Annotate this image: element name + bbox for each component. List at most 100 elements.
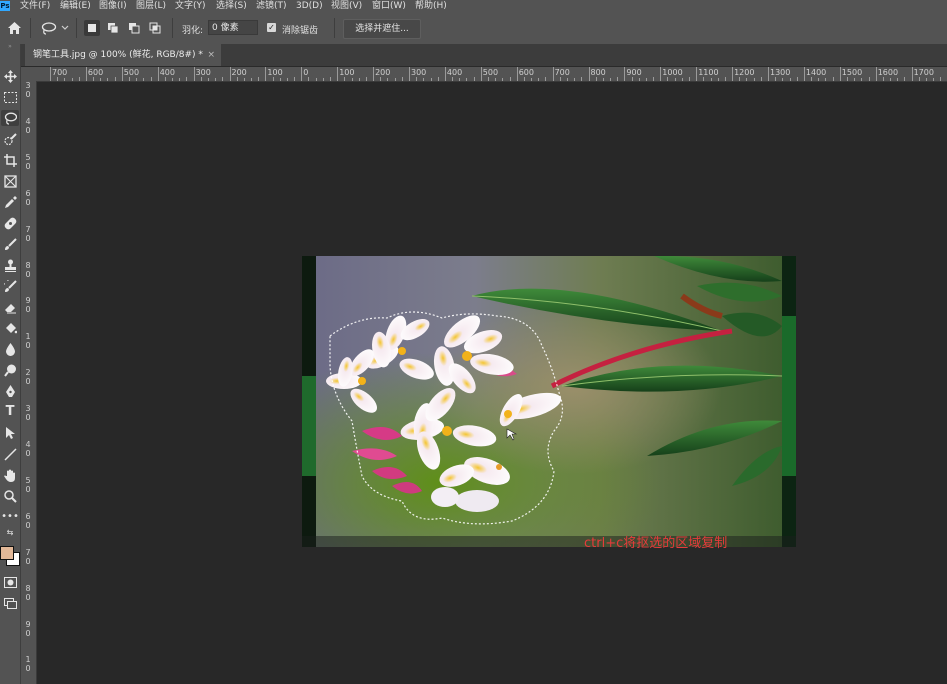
crop-icon[interactable] [1, 152, 19, 168]
ruler-minor-tick [57, 77, 59, 81]
antialias-checkbox[interactable]: ✓ [267, 23, 276, 32]
intersect-selection-icon[interactable] [147, 20, 163, 36]
lasso-preset-icon[interactable] [40, 20, 70, 36]
ruler-minor-tick [825, 78, 827, 81]
ruler-minor-tick [667, 77, 669, 81]
horizontal-ruler[interactable]: 700 600 500 400 300 200 100 0 100 200 300 400 500 600… [36, 67, 947, 82]
lasso-icon[interactable] [1, 110, 19, 126]
path-select-icon[interactable] [1, 425, 19, 441]
eraser-icon[interactable] [1, 299, 19, 315]
ruler-label: 700 [52, 68, 68, 77]
ruler-label: 1500 [841, 68, 863, 77]
menu-type[interactable]: 文字(Y) [175, 0, 206, 12]
pen-icon[interactable] [1, 383, 19, 399]
zoom-icon[interactable] [1, 488, 19, 504]
ruler-tick [337, 67, 339, 81]
menu-layer[interactable]: 图层(L) [136, 0, 166, 12]
ruler-minor-tick [93, 77, 95, 81]
ruler-minor-tick [818, 78, 820, 81]
healing-icon[interactable] [1, 215, 19, 231]
home-icon[interactable] [6, 20, 22, 36]
swap-colors-icon[interactable]: ⇆ [1, 528, 19, 538]
ruler-minor-tick [222, 77, 224, 81]
ruler-label: 1400 [805, 68, 827, 77]
menu-select[interactable]: 选择(S) [216, 0, 247, 12]
type-icon[interactable]: T [1, 404, 19, 420]
document-canvas[interactable] [302, 256, 796, 547]
document-tab-title: 钢笔工具.jpg @ 100% (鲜花, RGB/8#) * [33, 50, 203, 60]
ruler-minor-tick [724, 77, 726, 81]
ruler-minor-tick [215, 78, 217, 81]
ruler-minor-tick [164, 77, 166, 81]
screen-mode-icon[interactable] [1, 595, 19, 611]
add-selection-icon[interactable] [105, 20, 121, 36]
brush-icon[interactable] [1, 236, 19, 252]
ruler-label: 80 [25, 583, 31, 602]
ruler-minor-tick [380, 77, 382, 81]
subtract-selection-icon[interactable] [126, 20, 142, 36]
frame-icon[interactable] [1, 173, 19, 189]
vertical-ruler[interactable]: 30 40 50 60 70 80 90 10 20 30 40 50 60 70 80 90 10 [21, 81, 37, 684]
quick-select-icon[interactable] [1, 131, 19, 147]
ruler-minor-tick [200, 77, 202, 81]
ruler-tick [157, 67, 159, 81]
ruler-minor-tick [602, 78, 604, 81]
ruler-minor-tick [100, 78, 102, 81]
menu-3d[interactable]: 3D(D) [296, 0, 323, 12]
ruler-minor-tick [71, 78, 73, 81]
feather-input[interactable]: 0 像素 [208, 20, 258, 35]
ruler-minor-tick [437, 77, 439, 81]
select-and-mask-button[interactable]: 选择并遮住... [343, 19, 421, 39]
tools-panel: » T ••• ⇆ [0, 44, 21, 684]
ruler-minor-tick [315, 78, 317, 81]
menu-view[interactable]: 视图(V) [331, 0, 362, 12]
ruler-label: 100 [267, 68, 283, 77]
ruler-minor-tick [753, 78, 755, 81]
ruler-label: 1600 [877, 68, 899, 77]
dodge-icon[interactable] [1, 362, 19, 378]
ruler-label: 500 [123, 68, 140, 77]
panel-grip-icon[interactable]: » [0, 44, 20, 50]
eyedropper-icon[interactable] [1, 194, 19, 210]
move-icon[interactable] [1, 68, 19, 84]
marquee-icon[interactable] [1, 89, 19, 105]
new-selection-icon[interactable] [84, 20, 100, 36]
history-brush-icon[interactable] [1, 278, 19, 294]
ruler-tick [875, 67, 877, 81]
menu-window[interactable]: 窗口(W) [372, 0, 406, 12]
ruler-minor-tick [128, 77, 130, 81]
menu-filter[interactable]: 滤镜(T) [256, 0, 287, 12]
ruler-origin[interactable] [21, 67, 37, 82]
blur-icon[interactable] [1, 341, 19, 357]
ruler-tick [373, 67, 375, 81]
ruler-minor-tick [789, 78, 791, 81]
feather-label: 羽化: [182, 26, 204, 36]
ruler-minor-tick [775, 77, 777, 81]
ruler-minor-tick [286, 78, 288, 81]
ruler-minor-tick [401, 77, 403, 81]
ruler-tick [839, 67, 841, 81]
more-icon[interactable]: ••• [1, 509, 19, 525]
ruler-label: 100 [339, 68, 355, 77]
ruler-tick [193, 67, 195, 81]
ruler-label: 40 [25, 440, 31, 458]
quick-mask-icon[interactable] [1, 574, 19, 590]
menu-edit[interactable]: 编辑(E) [60, 0, 91, 12]
document-tab-bar: 钢笔工具.jpg @ 100% (鲜花, RGB/8#) * × [21, 44, 947, 67]
stamp-icon[interactable] [1, 257, 19, 273]
ruler-minor-tick [933, 78, 935, 81]
ruler-minor-tick [466, 78, 468, 81]
paint-bucket-icon[interactable] [1, 320, 19, 336]
menu-file[interactable]: 文件(F) [20, 0, 50, 12]
ruler-label: 0 [303, 68, 309, 77]
photoshop-logo: Ps [0, 1, 10, 11]
document-tab[interactable]: 钢笔工具.jpg @ 100% (鲜花, RGB/8#) * × [25, 44, 221, 66]
menu-help[interactable]: 帮助(H) [415, 0, 447, 12]
foreground-color-swatch[interactable] [0, 546, 14, 560]
menu-image[interactable]: 图像(I) [99, 0, 127, 12]
ruler-minor-tick [186, 77, 188, 81]
line-icon[interactable] [1, 446, 19, 462]
ruler-tick [444, 67, 446, 81]
close-icon[interactable]: × [207, 44, 215, 66]
hand-icon[interactable] [1, 467, 19, 483]
